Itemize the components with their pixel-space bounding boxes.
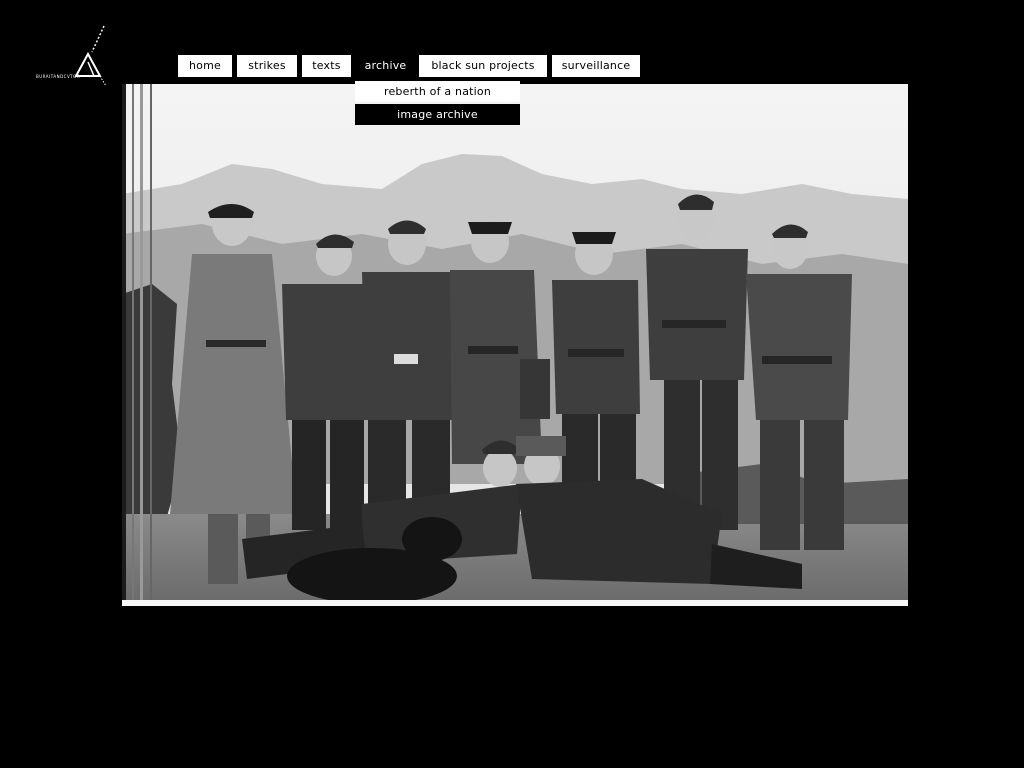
nav-archive[interactable]: archive — [356, 55, 415, 77]
triangle-logo-icon — [74, 25, 107, 87]
group-photo-illustration — [122, 84, 908, 606]
page: BURAITANDCVTOR home strikes texts archiv… — [0, 0, 1024, 768]
archive-photo — [122, 84, 908, 606]
dropdown-item-image-archive[interactable]: image archive — [355, 104, 520, 125]
nav-strikes[interactable]: strikes — [237, 55, 297, 77]
dropdown-item-reberth-of-a-nation[interactable]: reberth of a nation — [355, 81, 520, 102]
site-logo[interactable]: BURAITANDCVTOR — [34, 24, 110, 90]
nav-texts[interactable]: texts — [302, 55, 351, 77]
nav-black-sun-projects[interactable]: black sun projects — [419, 55, 547, 77]
nav-surveillance[interactable]: surveillance — [552, 55, 640, 77]
logo-caption: BURAITANDCVTOR — [36, 74, 81, 79]
nav-home[interactable]: home — [178, 55, 232, 77]
archive-dropdown: reberth of a nation image archive — [355, 81, 520, 127]
